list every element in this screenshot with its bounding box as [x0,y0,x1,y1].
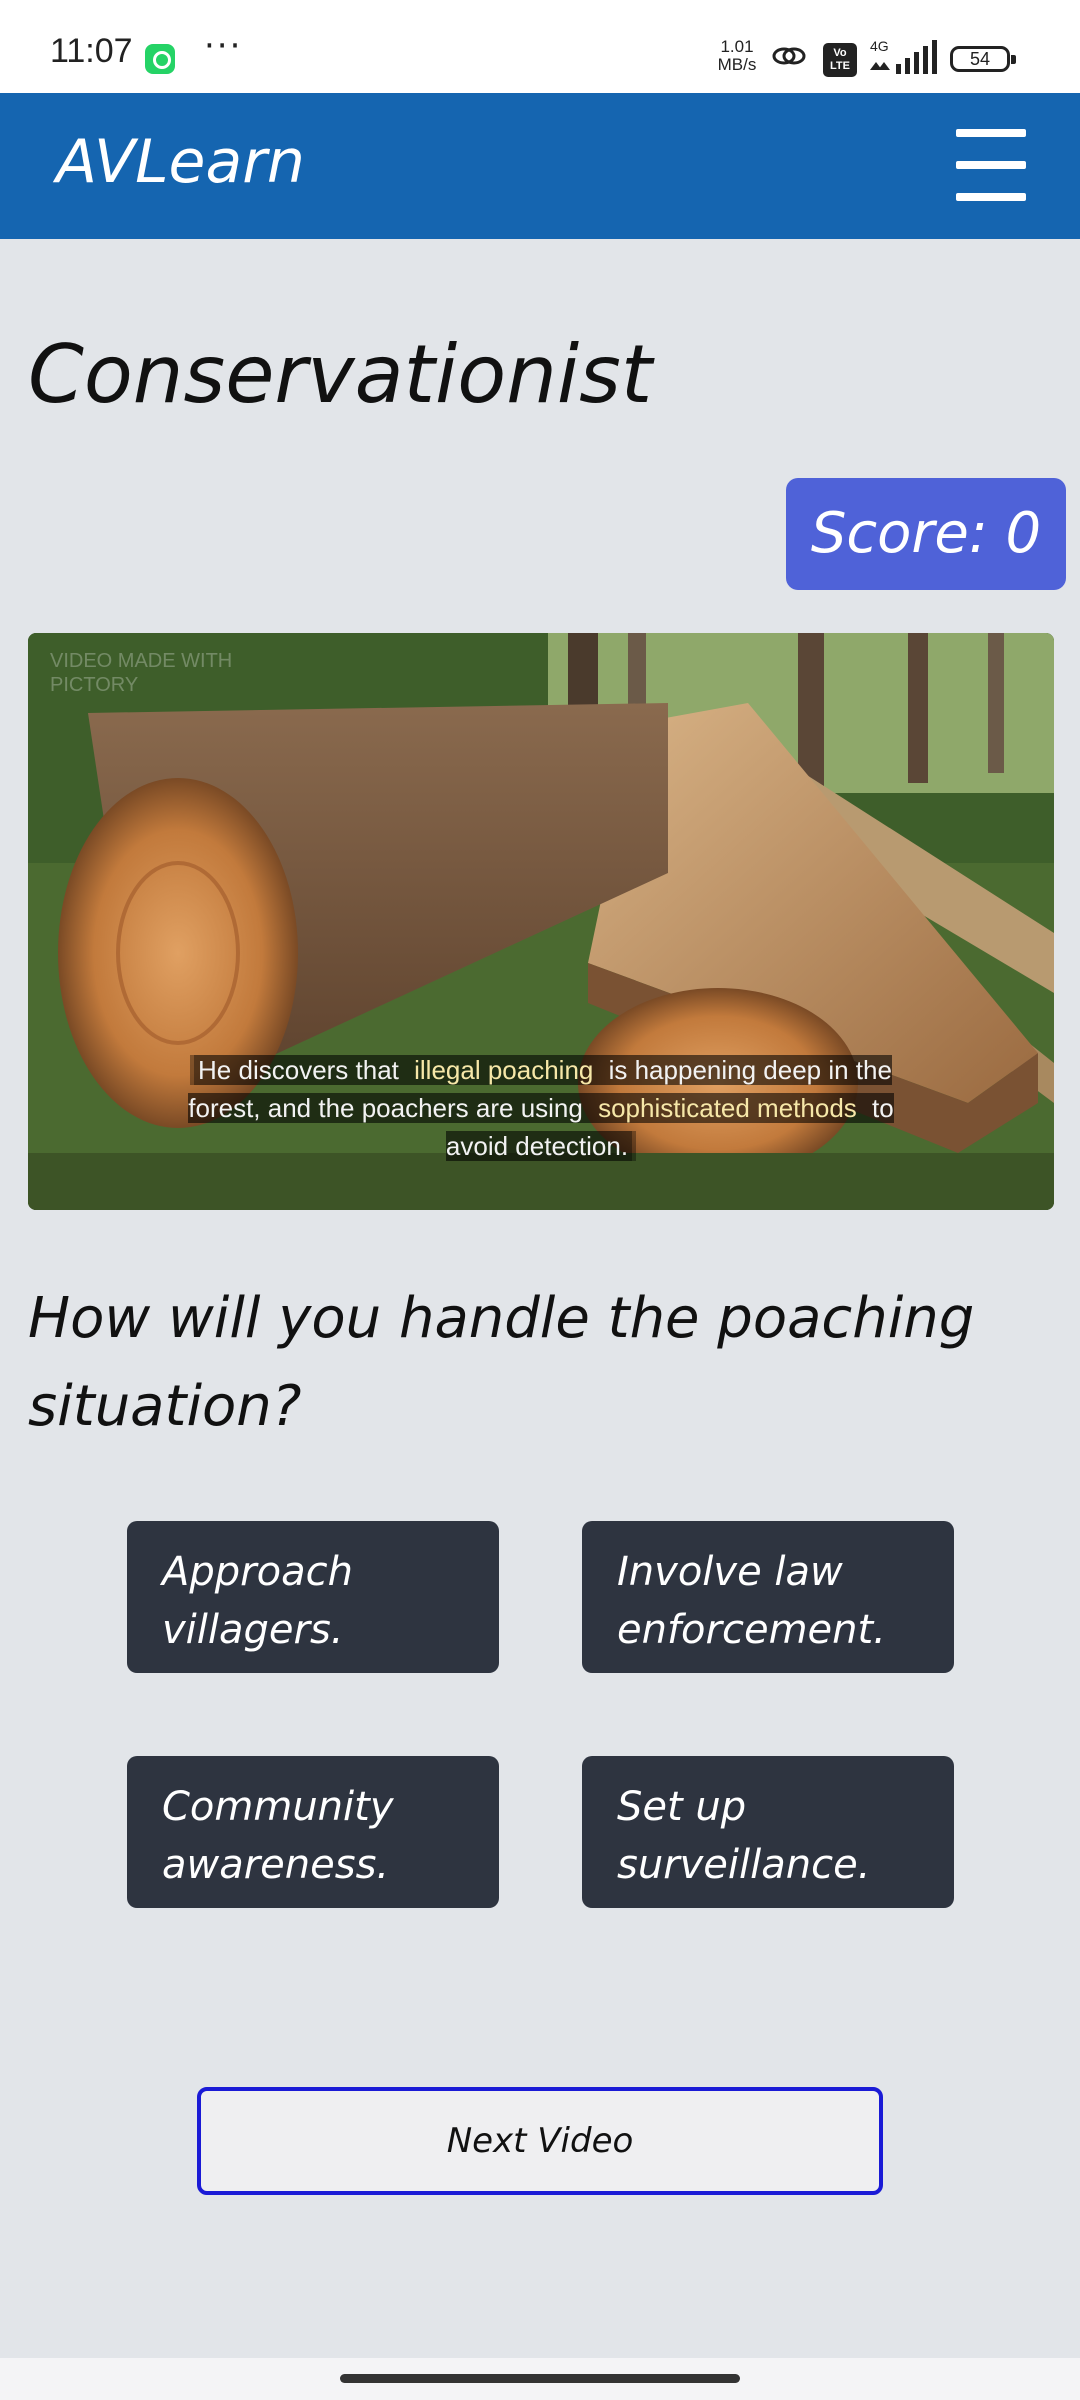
option-label-line2: villagers. [162,1607,344,1653]
video-player[interactable]: VIDEO MADE WITH PICTORY He discovers tha… [28,633,1054,1210]
status-time: 11:07 [50,32,133,70]
network-speed: 1.01 MB/s [712,38,762,74]
option-label-line1: Set up [617,1784,747,1830]
score-badge: Score: 0 [786,478,1066,590]
option-label-line1: Involve law [617,1549,843,1595]
hamburger-menu-icon[interactable] [956,129,1026,201]
menu-line [956,193,1026,201]
home-indicator[interactable] [340,2374,740,2383]
link-icon [772,47,806,65]
status-bar: 11:07 ··· 1.01 MB/s Vo LTE 4G 54 [0,0,1080,93]
option-label-line1: Community [162,1784,394,1830]
question-text: How will you handle the poaching situati… [28,1286,975,1439]
option-set-up-surveillance[interactable]: Set up surveillance. [582,1756,954,1908]
watermark-line1: VIDEO MADE WITH [50,650,233,672]
signal-icon [870,40,937,74]
volte-icon: Vo LTE [823,43,857,77]
option-label-line2: awareness. [162,1842,390,1888]
network-speed-value: 1.01 [720,37,754,56]
app-header: AVLearn [0,93,1080,239]
menu-line [956,161,1026,169]
option-label-line2: enforcement. [617,1607,886,1653]
option-label-line2: surveillance. [617,1842,871,1888]
page-title: Conservationist [28,328,653,421]
battery-icon: 54 [950,46,1016,72]
option-label-line1: Approach [162,1549,353,1595]
option-community-awareness[interactable]: Community awareness. [127,1756,499,1908]
caption-highlight: illegal poaching [410,1055,598,1085]
whatsapp-icon [145,44,175,74]
more-notifications-icon: ··· [204,26,243,66]
option-approach-villagers[interactable]: Approach villagers. [127,1521,499,1673]
caption-highlight: sophisticated methods [594,1093,861,1123]
video-watermark: VIDEO MADE WITH PICTORY [50,649,232,697]
network-speed-unit: MB/s [717,55,757,74]
video-caption: He discovers that illegal poaching is ha… [188,1051,894,1165]
next-video-button[interactable]: Next Video [197,2087,883,2195]
caption-text: He discovers that [194,1055,411,1085]
watermark-line2: PICTORY [50,674,139,696]
app-title[interactable]: AVLearn [56,127,305,197]
menu-line [956,129,1026,137]
option-involve-law-enforcement[interactable]: Involve law enforcement. [582,1521,954,1673]
